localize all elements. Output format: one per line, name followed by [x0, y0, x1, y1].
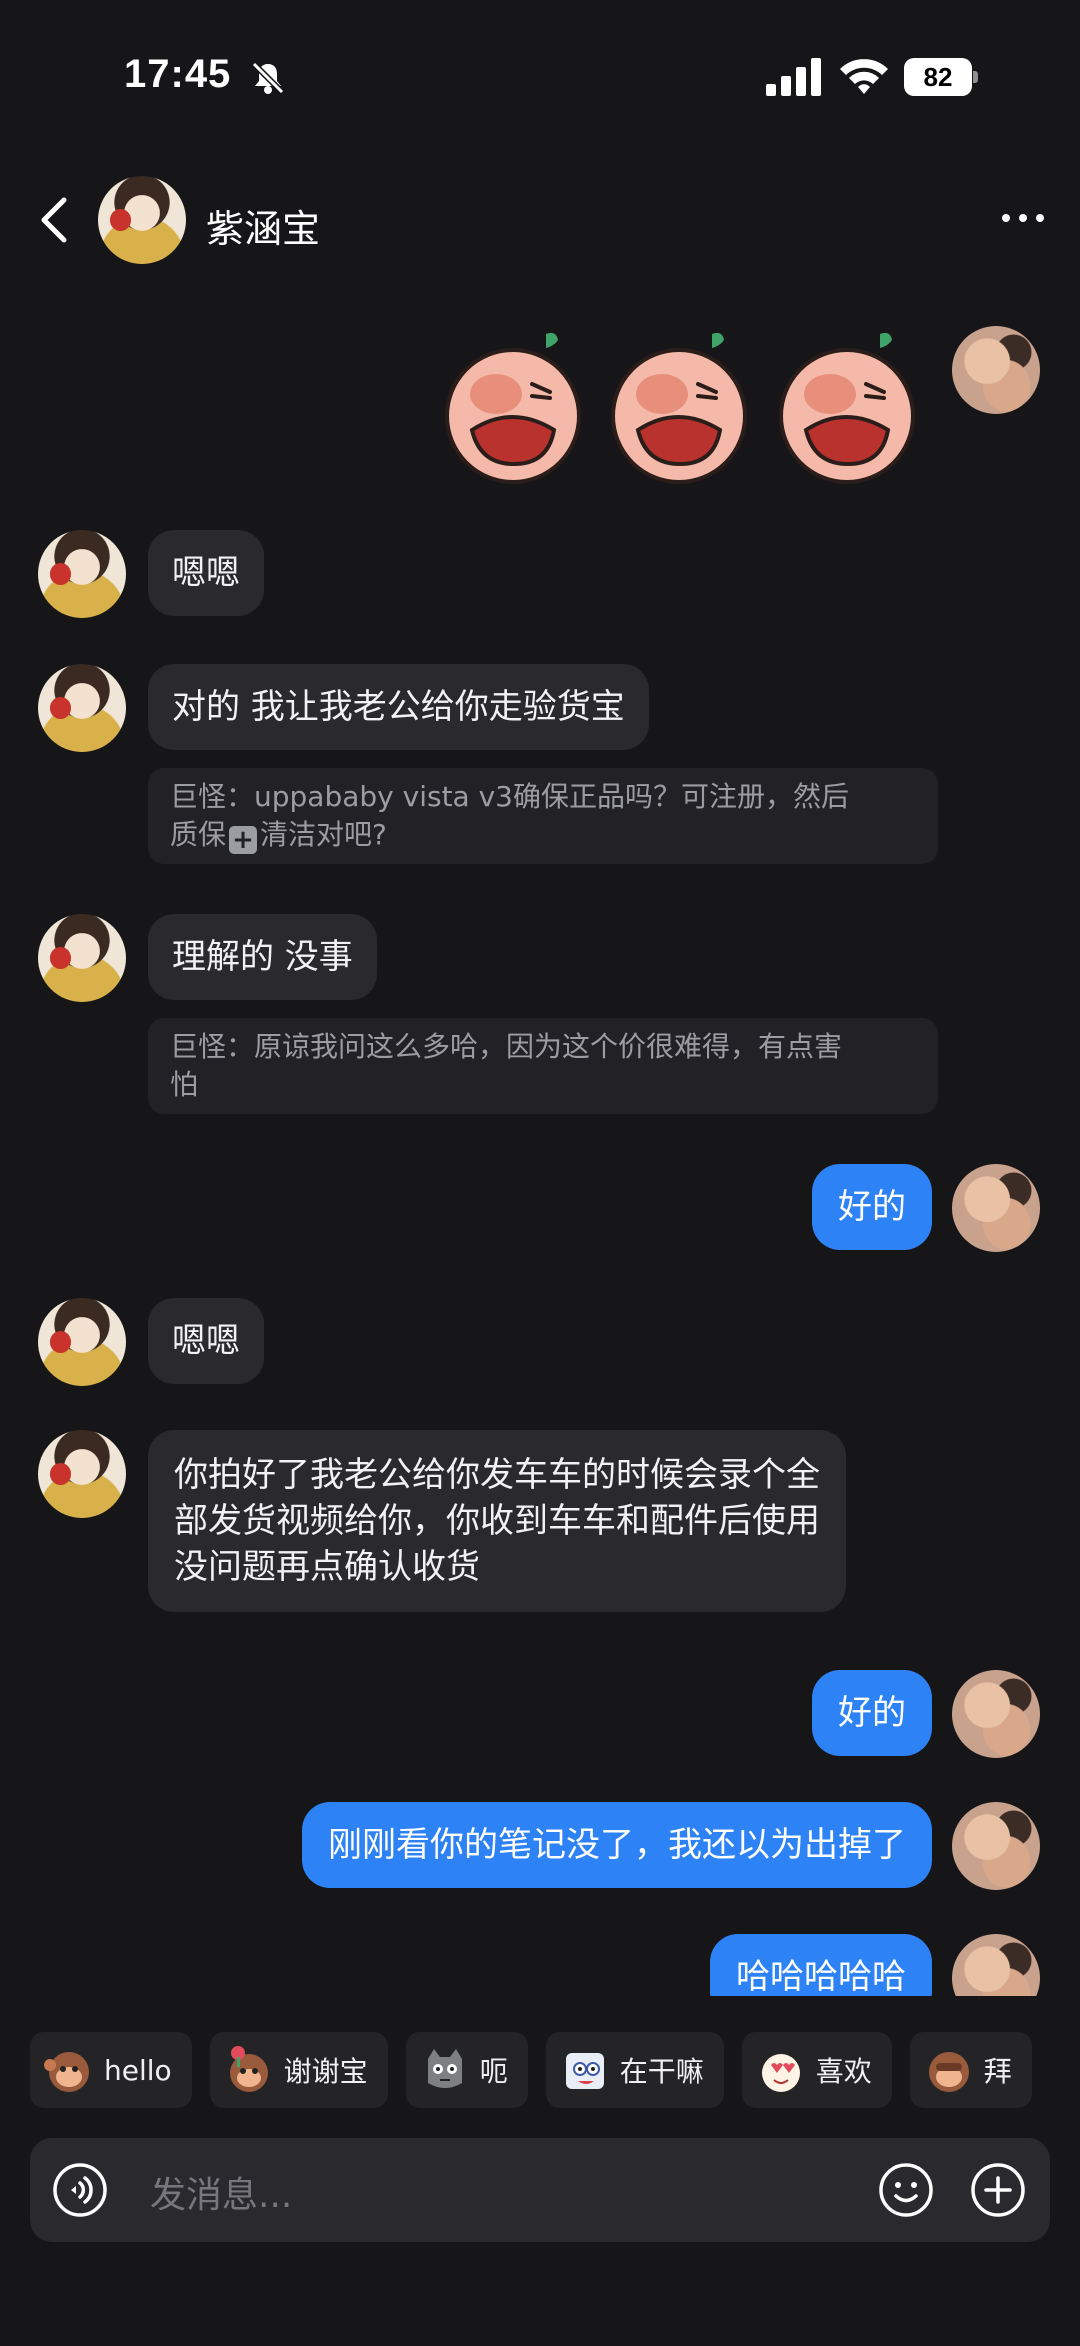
monkey-flower-icon — [229, 2046, 268, 2092]
more-dots-icon[interactable] — [1000, 208, 1046, 228]
my-avatar[interactable] — [952, 1934, 1040, 1996]
status-bar: 17:45 82 — [0, 0, 1080, 120]
outgoing-message[interactable]: 好的 — [812, 1670, 932, 1756]
incoming-message[interactable]: 嗯嗯 — [148, 530, 264, 616]
quote-line: 怕 — [170, 1068, 199, 1101]
cat-speechless-icon — [427, 2049, 462, 2088]
quick-reply-label: 喜欢 — [815, 2055, 872, 2088]
incoming-message[interactable]: 对的 我让我老公给你走验货宝 — [148, 664, 649, 750]
peek-icon — [565, 2053, 604, 2089]
quoted-message[interactable]: 巨怪：uppababy vista v3确保正品吗？可注册，然后 质保 + 清洁对吧… — [148, 768, 938, 864]
battery-icon: 82 — [904, 58, 978, 96]
chat-header: 紫涵宝 — [0, 170, 1080, 270]
sticker-crying-face[interactable] — [442, 328, 584, 488]
quick-reply-chip[interactable]: 在干嘛 — [545, 2032, 724, 2108]
quote-line: 巨怪：原谅我问这么多哈，因为这个价很难得，有点害 — [170, 1030, 843, 1063]
quick-reply-label: 在干嘛 — [619, 2055, 704, 2088]
quote-line: 巨怪：uppababy vista v3确保正品吗？可注册，然后 — [170, 780, 849, 813]
contact-avatar[interactable] — [98, 176, 186, 264]
bell-slash-icon — [251, 61, 285, 95]
love-icon — [761, 2054, 800, 2092]
quick-reply-label: 谢谢宝 — [283, 2055, 368, 2088]
message-clip: 哈哈哈哈哈 — [0, 1930, 1080, 1996]
message-line: 你拍好了我老公给你发车车的时候会录个全 — [174, 1455, 820, 1495]
message-line: 部发货视频给你，你收到车车和配件后使用 — [174, 1501, 820, 1541]
voice-icon[interactable] — [52, 2162, 108, 2218]
my-avatar[interactable] — [952, 1802, 1040, 1890]
quick-reply-bar: hello 谢谢宝 呃 在干嘛 喜欢 拜 — [30, 2032, 1032, 2108]
quick-reply-chip[interactable]: 拜 — [909, 2032, 1032, 2108]
quoted-message[interactable]: 巨怪：原谅我问这么多哈，因为这个价很难得，有点害 怕 — [148, 1018, 938, 1114]
plus-icon[interactable] — [970, 2162, 1026, 2218]
outgoing-message[interactable]: 好的 — [812, 1164, 932, 1250]
monkey-bye-icon — [928, 2052, 969, 2092]
message-input[interactable]: 发消息... — [150, 2166, 292, 2218]
quick-reply-label: hello — [104, 2053, 172, 2087]
quick-reply-label: 拜 — [983, 2055, 1012, 2088]
my-avatar[interactable] — [952, 326, 1040, 414]
wifi-icon — [840, 59, 888, 94]
signal-icon — [766, 58, 821, 96]
incoming-message[interactable]: 理解的 没事 — [148, 914, 377, 1000]
contact-avatar[interactable] — [38, 914, 126, 1002]
chevron-left-icon[interactable] — [34, 196, 74, 244]
my-avatar[interactable] — [952, 1164, 1040, 1252]
quick-reply-chip[interactable]: 呃 — [405, 2032, 528, 2108]
plus-emoji-icon: + — [229, 826, 258, 854]
my-avatar[interactable] — [952, 1670, 1040, 1758]
quote-text: 质保 — [170, 818, 227, 851]
battery-level: 82 — [904, 58, 972, 96]
quick-reply-chip[interactable]: 谢谢宝 — [209, 2032, 388, 2108]
monkey-wave-icon — [44, 2052, 89, 2092]
outgoing-message[interactable]: 哈哈哈哈哈 — [710, 1934, 932, 1996]
incoming-message[interactable]: 嗯嗯 — [148, 1298, 264, 1384]
chat-screen: 17:45 82 紫涵宝 嗯嗯 对的 我让我老公给你走验货宝 巨怪：uppaba… — [0, 0, 1080, 2346]
message-input-bar: 发消息... — [30, 2138, 1050, 2242]
quick-reply-chip[interactable]: hello — [30, 2032, 192, 2108]
contact-avatar[interactable] — [38, 1298, 126, 1386]
quick-reply-chip[interactable]: 喜欢 — [741, 2032, 892, 2108]
contact-avatar[interactable] — [38, 664, 126, 752]
quote-line: 质保 + 清洁对吧? — [170, 816, 916, 854]
emoji-icon[interactable] — [878, 2162, 934, 2218]
quote-text: 清洁对吧? — [260, 818, 387, 851]
sticker-crying-face[interactable] — [608, 328, 750, 488]
contact-avatar[interactable] — [38, 530, 126, 618]
outgoing-message[interactable]: 刚刚看你的笔记没了，我还以为出掉了 — [302, 1802, 932, 1888]
status-time: 17:45 — [124, 52, 232, 96]
contact-avatar[interactable] — [38, 1430, 126, 1518]
sticker-crying-face[interactable] — [776, 328, 918, 488]
contact-name[interactable]: 紫涵宝 — [206, 198, 320, 253]
quick-reply-label: 呃 — [479, 2055, 508, 2088]
incoming-message[interactable]: 你拍好了我老公给你发车车的时候会录个全 部发货视频给你，你收到车车和配件后使用 … — [148, 1430, 846, 1612]
message-line: 没问题再点确认收货 — [174, 1547, 480, 1587]
